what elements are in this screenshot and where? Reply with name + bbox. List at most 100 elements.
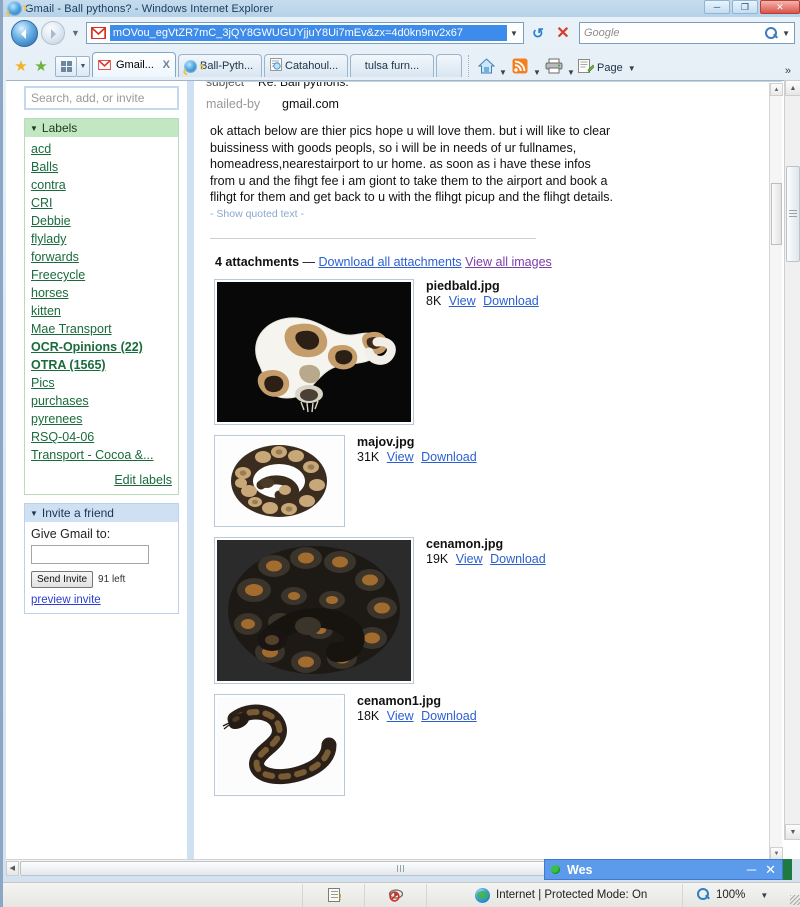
scroll-thumb[interactable] (786, 166, 800, 262)
attachment-download-link[interactable]: Download (483, 294, 539, 308)
status-zoom-cell[interactable]: 100% ▼ (683, 884, 800, 907)
label-kitten[interactable]: kitten (31, 302, 172, 320)
invite-email-field[interactable] (31, 545, 149, 564)
home-icon[interactable] (475, 55, 497, 77)
refresh-icon[interactable]: ↺ (527, 22, 549, 44)
scroll-down-icon[interactable]: ▼ (770, 847, 783, 859)
page-error-icon[interactable]: ! (327, 888, 342, 902)
status-zone-cell[interactable]: Internet | Protected Mode: On (427, 883, 683, 907)
attachment-item: cenamon1.jpg 18K View Download (214, 693, 782, 796)
back-button[interactable] (11, 19, 38, 47)
quick-tabs-button[interactable] (55, 56, 77, 77)
scroll-thumb[interactable] (771, 183, 782, 245)
label-cri[interactable]: CRI (31, 194, 172, 212)
chat-window-wes[interactable]: Wes ─ ✕ (544, 859, 783, 880)
attachment-view-link[interactable]: View (387, 709, 414, 723)
page-menu-button[interactable]: Page ▼ (577, 59, 638, 77)
page-caret-icon[interactable]: ▼ (626, 64, 638, 73)
tab-list-caret-icon[interactable]: ▼ (77, 56, 90, 77)
label-rsq-04-06[interactable]: RSQ-04-06 (31, 428, 172, 446)
attachment-download-link[interactable]: Download (421, 709, 477, 723)
attachment-thumbnail[interactable] (214, 278, 414, 425)
tab-new[interactable] (436, 54, 462, 77)
label-balls[interactable]: Balls (31, 158, 172, 176)
message-pane-scrollbar[interactable]: ▲ ▼ (769, 83, 783, 859)
scroll-left-icon[interactable]: ◀ (6, 860, 19, 876)
address-bar[interactable]: mOVou_egVtZR7mC_3jQY8GWUGUYjjuY8Ui7mEv&z… (85, 22, 524, 44)
label-mae-transport[interactable]: Mae Transport (31, 320, 172, 338)
label-horses[interactable]: horses (31, 284, 172, 302)
stop-icon[interactable]: ✕ (552, 22, 574, 44)
label-acd[interactable]: acd (31, 140, 172, 158)
label-purchases[interactable]: purchases (31, 392, 172, 410)
chevron-down-icon[interactable]: ▼ (30, 124, 38, 133)
label-transport-cocoa[interactable]: Transport - Cocoa &... (31, 446, 172, 464)
scroll-up-icon[interactable]: ▲ (770, 83, 783, 96)
internet-explorer-icon (7, 1, 22, 16)
maximize-button[interactable]: ❐ (732, 0, 758, 14)
send-invite-button[interactable]: Send Invite (31, 571, 94, 588)
attachment-thumbnail[interactable] (214, 693, 345, 796)
attachment-thumbnail[interactable] (214, 434, 345, 527)
label-freecycle[interactable]: Freecycle (31, 266, 172, 284)
download-all-attachments-link[interactable]: Download all attachments (319, 255, 462, 269)
print-caret-icon[interactable]: ▼ (565, 68, 577, 77)
label-ocr-opinions[interactable]: OCR-Opinions (22) (31, 338, 172, 356)
scroll-down-icon[interactable]: ▼ (785, 824, 800, 840)
zoom-caret-icon[interactable]: ▼ (760, 891, 768, 900)
label-flylady[interactable]: flylady (31, 230, 172, 248)
attachment-download-link[interactable]: Download (490, 552, 546, 566)
chevron-down-icon[interactable]: ▼ (30, 509, 38, 518)
add-favorite-icon[interactable]: ★ (31, 55, 51, 77)
attachment-view-link[interactable]: View (456, 552, 483, 566)
rss-caret-icon[interactable]: ▼ (531, 68, 543, 77)
page-vertical-scrollbar[interactable]: ▲ ▼ (784, 80, 800, 840)
tab-close-icon[interactable]: X (163, 59, 170, 71)
search-box[interactable]: Google ▼ (579, 22, 795, 44)
tab-catahoula[interactable]: Catahoul... (264, 54, 348, 77)
status-notification-cell[interactable]: ! (303, 883, 365, 907)
label-forwards[interactable]: forwards (31, 248, 172, 266)
scroll-up-icon[interactable]: ▲ (785, 80, 800, 96)
search-input[interactable]: Google (584, 27, 764, 39)
privacy-blocked-icon[interactable] (388, 888, 404, 902)
address-dropdown-icon[interactable]: ▼ (507, 29, 521, 38)
label-debbie[interactable]: Debbie (31, 212, 172, 230)
attachment-view-link[interactable]: View (387, 450, 414, 464)
label-pics[interactable]: Pics (31, 374, 172, 392)
rss-feed-icon[interactable] (509, 55, 531, 77)
close-button[interactable]: ✕ (760, 0, 800, 14)
attachment-view-link[interactable]: View (449, 294, 476, 308)
tab-tulsa-furniture[interactable]: tulsa furn... (350, 54, 434, 77)
tab-gmail[interactable]: Gmail... X (92, 52, 176, 77)
home-caret-icon[interactable]: ▼ (497, 68, 509, 77)
recent-pages-caret-icon[interactable]: ▼ (68, 28, 83, 38)
view-all-images-link[interactable]: View all images (465, 255, 552, 269)
favorites-star-icon[interactable]: ★ (11, 55, 31, 77)
print-icon[interactable] (543, 55, 565, 77)
status-privacy-cell[interactable] (365, 883, 427, 907)
window-resize-grip[interactable] (790, 895, 800, 905)
preview-invite-link[interactable]: preview invite (31, 594, 172, 606)
page-menu-label: Page (597, 62, 623, 74)
label-pyrenees[interactable]: pyrenees (31, 410, 172, 428)
search-provider-caret-icon[interactable]: ▼ (782, 29, 790, 38)
show-quoted-text-link[interactable]: - Show quoted text - (210, 208, 782, 220)
edit-labels-link[interactable]: Edit labels (114, 473, 172, 487)
chat-minimize-icon[interactable]: ─ (747, 862, 756, 877)
toolbar-overflow-icon[interactable]: » (785, 65, 795, 77)
search-icon[interactable] (764, 26, 778, 40)
minimize-button[interactable]: ─ (704, 0, 730, 14)
attachment-download-link[interactable]: Download (421, 450, 477, 464)
labels-panel-header[interactable]: ▼ Labels (25, 119, 178, 137)
invite-panel-header[interactable]: ▼ Invite a friend (25, 504, 178, 522)
chat-close-icon[interactable]: ✕ (765, 862, 776, 878)
search-add-invite-input[interactable]: Search, add, or invite (24, 86, 179, 110)
forward-button[interactable] (41, 21, 65, 45)
label-otra[interactable]: OTRA (1565) (31, 356, 172, 374)
zoom-icon[interactable] (697, 888, 711, 902)
label-contra[interactable]: contra (31, 176, 172, 194)
address-input[interactable]: mOVou_egVtZR7mC_3jQY8GWUGUYjjuY8Ui7mEv&z… (109, 25, 507, 41)
tab-ball-pythons[interactable]: Ball-Pyth... (178, 54, 262, 77)
attachment-thumbnail[interactable] (214, 536, 414, 684)
